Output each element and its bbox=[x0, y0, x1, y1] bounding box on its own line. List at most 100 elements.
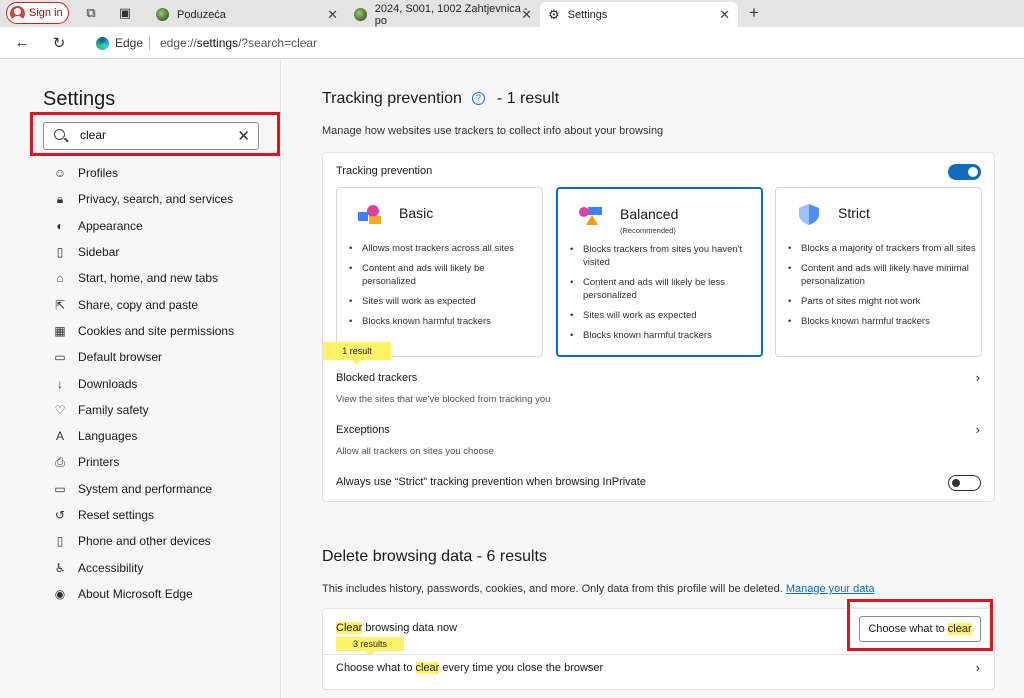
sidebar-item-system[interactable]: ▭ System and performance bbox=[52, 476, 234, 502]
download-icon: ↓ bbox=[57, 376, 63, 391]
sidebar-item-start-home[interactable]: ⌂ Start, home, and new tabs bbox=[52, 265, 234, 291]
sidebar-item-privacy[interactable]: 🔒︎ Privacy, search, and services bbox=[52, 186, 234, 212]
option-bullet: Content and ads will likely be personali… bbox=[349, 262, 539, 288]
tab-poduzeca[interactable]: Poduzeća ✕ bbox=[148, 2, 346, 27]
sidebar-item-appearance[interactable]: ◐ Appearance bbox=[52, 213, 234, 239]
option-bullets: Allows most trackers across all sites Co… bbox=[349, 242, 539, 335]
clear-now-row: Clear browsing data now bbox=[336, 622, 457, 634]
inprivate-strict-toggle[interactable] bbox=[948, 475, 981, 491]
exceptions-sub: Allow all trackers on sites you choose bbox=[336, 446, 494, 457]
sidebar-item-accessibility[interactable]: ♿︎ Accessibility bbox=[52, 554, 234, 580]
close-tab-icon[interactable]: ✕ bbox=[327, 7, 338, 23]
sidebar-item-languages[interactable]: A Languages bbox=[52, 423, 234, 449]
sidebar-item-label: Share, copy and paste bbox=[78, 297, 199, 312]
profile-icon: ☺ bbox=[53, 166, 67, 181]
option-title: Basic bbox=[399, 205, 434, 221]
manage-data-link[interactable]: Manage your data bbox=[786, 583, 875, 595]
tab-title: Poduzeća bbox=[177, 8, 226, 21]
close-tab-icon[interactable]: ✕ bbox=[719, 7, 730, 23]
gear-icon: ⚙ bbox=[548, 6, 560, 22]
chevron-right-icon: › bbox=[975, 660, 980, 675]
tracking-card: Tracking prevention Basic Allows most tr… bbox=[322, 152, 995, 502]
option-bullet: Blocks a majority of trackers from all s… bbox=[788, 242, 978, 255]
address-separator bbox=[149, 36, 150, 50]
search-box[interactable]: ✕ bbox=[43, 122, 259, 150]
sidebar-item-label: Languages bbox=[78, 429, 138, 444]
sidebar-item-label: Profiles bbox=[78, 166, 119, 181]
sidebar-item-share[interactable]: ⇱ Share, copy and paste bbox=[52, 291, 234, 317]
tab-title: 2024, S001, 1002 Zahtjevnica - po bbox=[374, 2, 528, 27]
result-badge: 3 results bbox=[336, 637, 404, 656]
tracking-heading: Tracking prevention? - 1 result bbox=[322, 90, 559, 108]
help-icon[interactable]: ? bbox=[471, 92, 485, 105]
delete-description: This includes history, passwords, cookie… bbox=[322, 583, 875, 595]
avatar-icon bbox=[10, 5, 25, 21]
option-bullet: Content and ads will likely have minimal… bbox=[788, 262, 978, 288]
blocked-trackers-sub: View the sites that we've blocked from t… bbox=[336, 394, 551, 405]
search-icon bbox=[54, 129, 65, 140]
button-prefix: Choose what to bbox=[868, 623, 945, 635]
option-basic[interactable]: Basic Allows most trackers across all si… bbox=[336, 187, 543, 357]
result-badge: 1 result bbox=[323, 342, 391, 365]
option-title: Strict bbox=[838, 205, 870, 221]
tracking-toggle[interactable] bbox=[948, 164, 981, 180]
sidebar-item-label: Phone and other devices bbox=[78, 534, 211, 549]
workspaces-icon[interactable]: ⧉ bbox=[83, 5, 99, 21]
sidebar-item-about[interactable]: ◉ About Microsoft Edge bbox=[52, 581, 234, 607]
exceptions-title: Exceptions bbox=[336, 424, 390, 436]
chevron-right-icon: › bbox=[975, 422, 980, 437]
sidebar-item-phone[interactable]: ▯ Phone and other devices bbox=[52, 528, 234, 554]
highlight-text: Clear bbox=[336, 622, 363, 634]
option-balanced[interactable]: Balanced (Recommended) Blocks trackers f… bbox=[556, 187, 763, 357]
sidebar-item-default-browser[interactable]: ▭ Default browser bbox=[52, 344, 234, 370]
url-field[interactable]: edge://settings/?search=clear bbox=[160, 36, 317, 50]
reset-icon: ↺ bbox=[54, 508, 66, 522]
settings-main: Tracking prevention? - 1 result Manage ho… bbox=[282, 60, 1024, 698]
tab-settings[interactable]: ⚙ Settings ✕ bbox=[540, 2, 738, 27]
sidebar-item-label: System and performance bbox=[78, 481, 213, 496]
clear-on-close-suffix: every time you close the browser bbox=[439, 662, 604, 674]
sidebar-item-label: Reset settings bbox=[78, 508, 155, 522]
clear-now-label: browsing data now bbox=[362, 622, 458, 634]
clear-search-icon[interactable]: ✕ bbox=[237, 127, 250, 145]
url-bold: settings bbox=[196, 36, 239, 50]
sidebar-item-profiles[interactable]: ☺ Profiles bbox=[52, 160, 234, 186]
close-tab-icon[interactable]: ✕ bbox=[521, 7, 532, 23]
phone-icon: ▯ bbox=[56, 534, 64, 549]
sidebar-item-label: About Microsoft Edge bbox=[78, 586, 193, 601]
accessibility-icon: ♿︎ bbox=[54, 560, 66, 575]
sign-in-button[interactable]: Sign in bbox=[6, 2, 69, 24]
share-icon: ⇱ bbox=[54, 297, 66, 312]
sidebar-item-sidebar[interactable]: ▯ Sidebar bbox=[52, 239, 234, 265]
address-bar: ← ↻ Edge edge://settings/?search=clear bbox=[0, 27, 1024, 59]
choose-what-to-clear-button[interactable]: Choose what to clear bbox=[859, 616, 981, 642]
sign-in-label: Sign in bbox=[29, 7, 63, 19]
sidebar-item-label: Accessibility bbox=[78, 560, 144, 575]
tab-strip: Sign in ⧉ ▣ Poduzeća ✕ 2024, S001, 1002 … bbox=[0, 0, 1024, 27]
tracking-result-count: - 1 result bbox=[496, 90, 560, 107]
tab-zahtjevnica[interactable]: 2024, S001, 1002 Zahtjevnica - po ✕ bbox=[346, 2, 540, 27]
option-bullet: Sites will work as expected bbox=[570, 309, 760, 322]
lock-icon: 🔒︎ bbox=[56, 191, 64, 206]
sidebar-item-printers[interactable]: ⎙ Printers bbox=[52, 449, 234, 475]
search-input[interactable] bbox=[80, 128, 230, 142]
inprivate-strict-label: Always use “Strict” tracking prevention … bbox=[336, 476, 646, 488]
sidebar-item-cookies[interactable]: ▦ Cookies and site permissions bbox=[52, 318, 234, 344]
home-icon: ⌂ bbox=[56, 271, 64, 286]
option-bullet: Content and ads will likely be less pers… bbox=[570, 276, 760, 302]
sidebar-item-label: Cookies and site permissions bbox=[78, 323, 235, 338]
new-tab-icon[interactable]: + bbox=[746, 4, 762, 21]
sidebar-item-family[interactable]: ♡ Family safety bbox=[52, 397, 234, 423]
option-strict[interactable]: Strict Blocks a majority of trackers fro… bbox=[775, 187, 982, 357]
clear-on-close-prefix: Choose what to bbox=[336, 662, 416, 674]
sidebar-item-downloads[interactable]: ↓ Downloads bbox=[52, 370, 234, 396]
back-arrow-icon[interactable]: ← bbox=[13, 34, 31, 51]
browser-icon: ▭ bbox=[54, 350, 66, 365]
option-bullet: Blocks known harmful trackers bbox=[349, 315, 539, 328]
sidebar-item-reset[interactable]: ↺ Reset settings bbox=[52, 502, 234, 528]
sidebar-item-label: Sidebar bbox=[78, 245, 120, 260]
refresh-icon[interactable]: ↻ bbox=[50, 34, 68, 52]
tab-actions-icon[interactable]: ▣ bbox=[117, 5, 133, 21]
settings-sidebar: Settings ✕ ☺ Profiles 🔒︎ Privacy, search, … bbox=[0, 60, 281, 698]
basic-icon bbox=[358, 205, 381, 224]
